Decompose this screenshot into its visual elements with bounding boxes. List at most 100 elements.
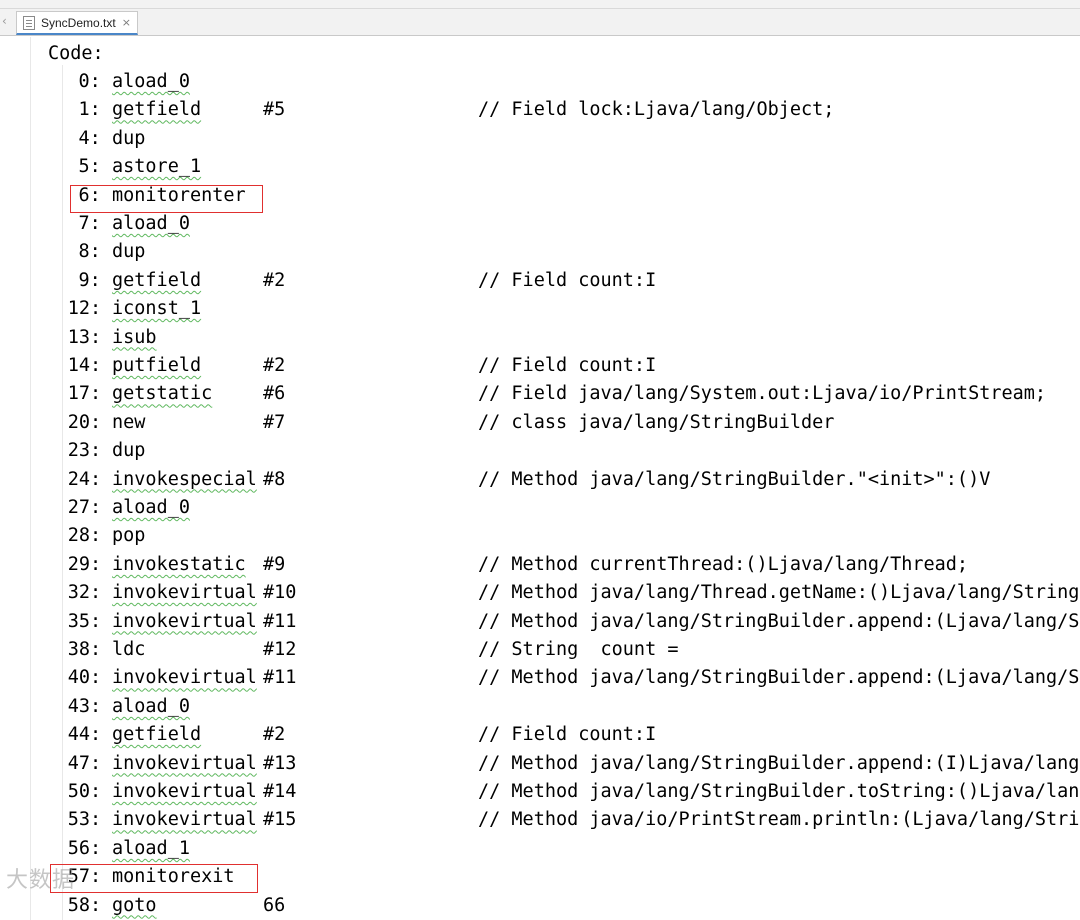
instruction-opcode: astore_1 (112, 156, 202, 178)
instruction-offset: 8: (78, 241, 101, 263)
instruction-offset: 23: (67, 440, 102, 462)
instruction-opcode: aload_1 (112, 837, 190, 859)
instruction-opcode: goto (112, 894, 157, 916)
instruction-offset: 27: (67, 497, 102, 518)
instruction-opcode: iconst_1 (112, 298, 202, 320)
instruction-offset: 17: (67, 383, 102, 405)
instruction-offset: 1: (78, 99, 101, 121)
instruction-operand: #12 (263, 639, 297, 660)
instruction-opcode: getfield (112, 724, 202, 746)
instruction-comment: // String count = (478, 639, 679, 660)
instruction-operand: #5 (263, 99, 286, 121)
instruction-opcode: dup (112, 127, 146, 149)
instruction-offset: 40: (67, 667, 102, 689)
instruction-comment: // Field lock:Ljava/lang/Object; (478, 99, 835, 121)
instruction-operand: #7 (263, 411, 286, 433)
instruction-opcode: getfield (112, 269, 202, 291)
instruction-offset: 38: (67, 639, 102, 660)
instruction-offset: 32: (67, 582, 102, 604)
instruction-comment: // Method java/lang/StringBuilder.toStri… (478, 781, 1080, 802)
monitorenter-highlight-box (70, 185, 263, 213)
instruction-opcode: ldc (112, 639, 146, 660)
instruction-offset: 14: (67, 355, 102, 376)
instruction-operand: #15 (263, 809, 297, 831)
instruction-offset: 44: (67, 724, 102, 746)
instruction-operand: #8 (263, 468, 286, 490)
instruction-offset: 24: (67, 468, 102, 490)
instruction-opcode: invokevirtual (112, 610, 257, 632)
instruction-opcode: new (112, 411, 146, 433)
instruction-opcode: invokestatic (112, 553, 246, 575)
instruction-comment: // Method java/lang/StringBuilder.append… (478, 610, 1080, 632)
instruction-opcode: invokevirtual (112, 781, 257, 802)
instruction-offset: 56: (67, 837, 102, 859)
code-header: Code: (0, 40, 104, 68)
instruction-comment: // Method java/io/PrintStream.println:(L… (478, 809, 1080, 831)
instruction-operand: #11 (263, 667, 297, 689)
instruction-offset: 53: (67, 809, 102, 831)
instruction-opcode: isub (112, 326, 157, 348)
instruction-opcode: aload_0 (112, 213, 190, 234)
instruction-offset: 28: (67, 525, 102, 547)
instruction-offset: 0: (78, 71, 101, 92)
instruction-opcode: invokespecial (112, 468, 257, 490)
instruction-opcode: invokevirtual (112, 752, 257, 774)
instruction-offset: 5: (78, 156, 101, 178)
instruction-comment: // Field count:I (478, 355, 657, 376)
instruction-offset: 4: (78, 127, 101, 149)
instruction-opcode: dup (112, 440, 146, 462)
watermark: 大数据 (6, 868, 76, 893)
instruction-opcode: invokevirtual (112, 667, 257, 689)
indent-guide (62, 65, 63, 920)
instruction-opcode: getfield (112, 99, 202, 121)
instruction-opcode: pop (112, 525, 146, 547)
instruction-offset: 47: (67, 752, 102, 774)
instruction-opcode: dup (112, 241, 146, 263)
instruction-operand: #2 (263, 269, 286, 291)
monitorexit-highlight-box (50, 864, 258, 893)
instruction-offset: 12: (67, 298, 102, 320)
tab-scroll-left-icon[interactable]: ‹ (2, 14, 7, 28)
instruction-operand: #6 (263, 383, 286, 405)
instruction-offset: 35: (67, 610, 102, 632)
instruction-operand: #14 (263, 781, 297, 802)
text-file-icon (23, 15, 35, 30)
instruction-opcode: getstatic (112, 383, 213, 405)
tab-syncdemo[interactable]: SyncDemo.txt × (16, 11, 138, 35)
instruction-offset: 9: (78, 269, 101, 291)
close-icon[interactable]: × (122, 16, 131, 29)
instruction-comment: // Field count:I (478, 269, 657, 291)
editor-tab-strip: ‹ SyncDemo.txt × (0, 9, 1080, 36)
instruction-comment: // Method java/lang/StringBuilder.append… (478, 752, 1080, 774)
instruction-opcode: invokevirtual (112, 582, 257, 604)
toolbar (0, 0, 1080, 9)
instruction-offset: 13: (67, 326, 102, 348)
instruction-operand: #10 (263, 582, 297, 604)
instruction-comment: // Field count:I (478, 724, 657, 746)
instruction-offset: 7: (78, 213, 101, 234)
instruction-operand: #9 (263, 553, 286, 575)
instruction-operand: #2 (263, 355, 286, 376)
instruction-offset: 29: (67, 553, 102, 575)
instruction-opcode: putfield (112, 355, 202, 376)
instruction-offset: 20: (67, 411, 102, 433)
instruction-opcode: aload_0 (112, 71, 190, 92)
instruction-comment: // Method currentThread:()Ljava/lang/Thr… (478, 553, 969, 575)
instruction-operand: 66 (263, 894, 286, 916)
code-header-label: Code: (48, 43, 104, 64)
instruction-comment: // class java/lang/StringBuilder (478, 411, 835, 433)
indent-guide (30, 37, 31, 920)
code-editor[interactable]: Code: 0: aload_0 1: getfield #5 // Field lock… (0, 37, 1080, 920)
instruction-comment: // Method java/lang/StringBuilder.append… (478, 667, 1080, 689)
instruction-opcode: aload_0 (112, 497, 190, 518)
instruction-offset: 58: (67, 894, 102, 916)
instruction-opcode: invokevirtual (112, 809, 257, 831)
instruction-opcode: aload_0 (112, 695, 190, 717)
instruction-comment: // Method java/lang/StringBuilder."<init… (478, 468, 991, 490)
instruction-offset: 43: (67, 695, 102, 717)
instruction-operand: #2 (263, 724, 286, 746)
instruction-comment: // Field java/lang/System.out:Ljava/io/P… (478, 383, 1047, 405)
instruction-comment: // Method java/lang/Thread.getName:()Lja… (478, 582, 1080, 604)
instruction-operand: #11 (263, 610, 297, 632)
instruction-operand: #13 (263, 752, 297, 774)
